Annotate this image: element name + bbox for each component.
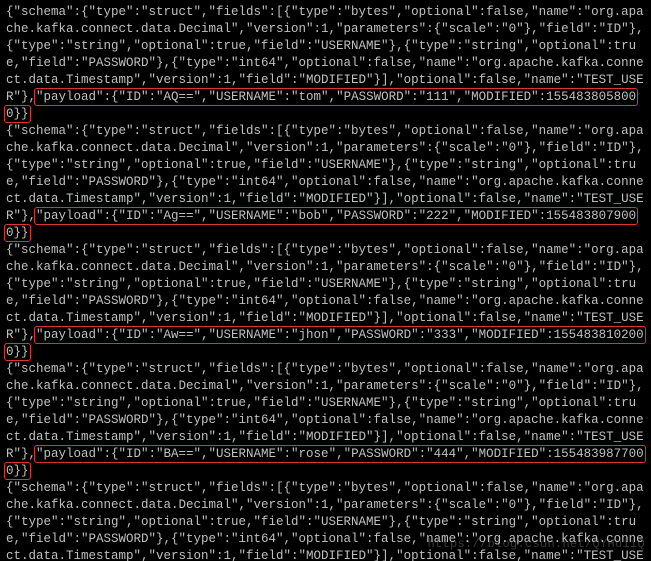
record-4-schema: {"schema":{"type":"struct","fields":[{"t…	[6, 481, 644, 561]
console-output: {"schema":{"type":"struct","fields":[{"t…	[0, 0, 651, 561]
record-0-payload-highlight: "payload":{"ID":"AQ==","USERNAME":"tom",…	[6, 90, 636, 121]
record-1-payload-highlight: "payload":{"ID":"Ag==","USERNAME":"bob",…	[6, 209, 636, 240]
record-3-payload-highlight: "payload":{"ID":"BA==","USERNAME":"rose"…	[6, 447, 644, 478]
record-2-payload-highlight: "payload":{"ID":"Aw==","USERNAME":"jhon"…	[6, 328, 644, 359]
